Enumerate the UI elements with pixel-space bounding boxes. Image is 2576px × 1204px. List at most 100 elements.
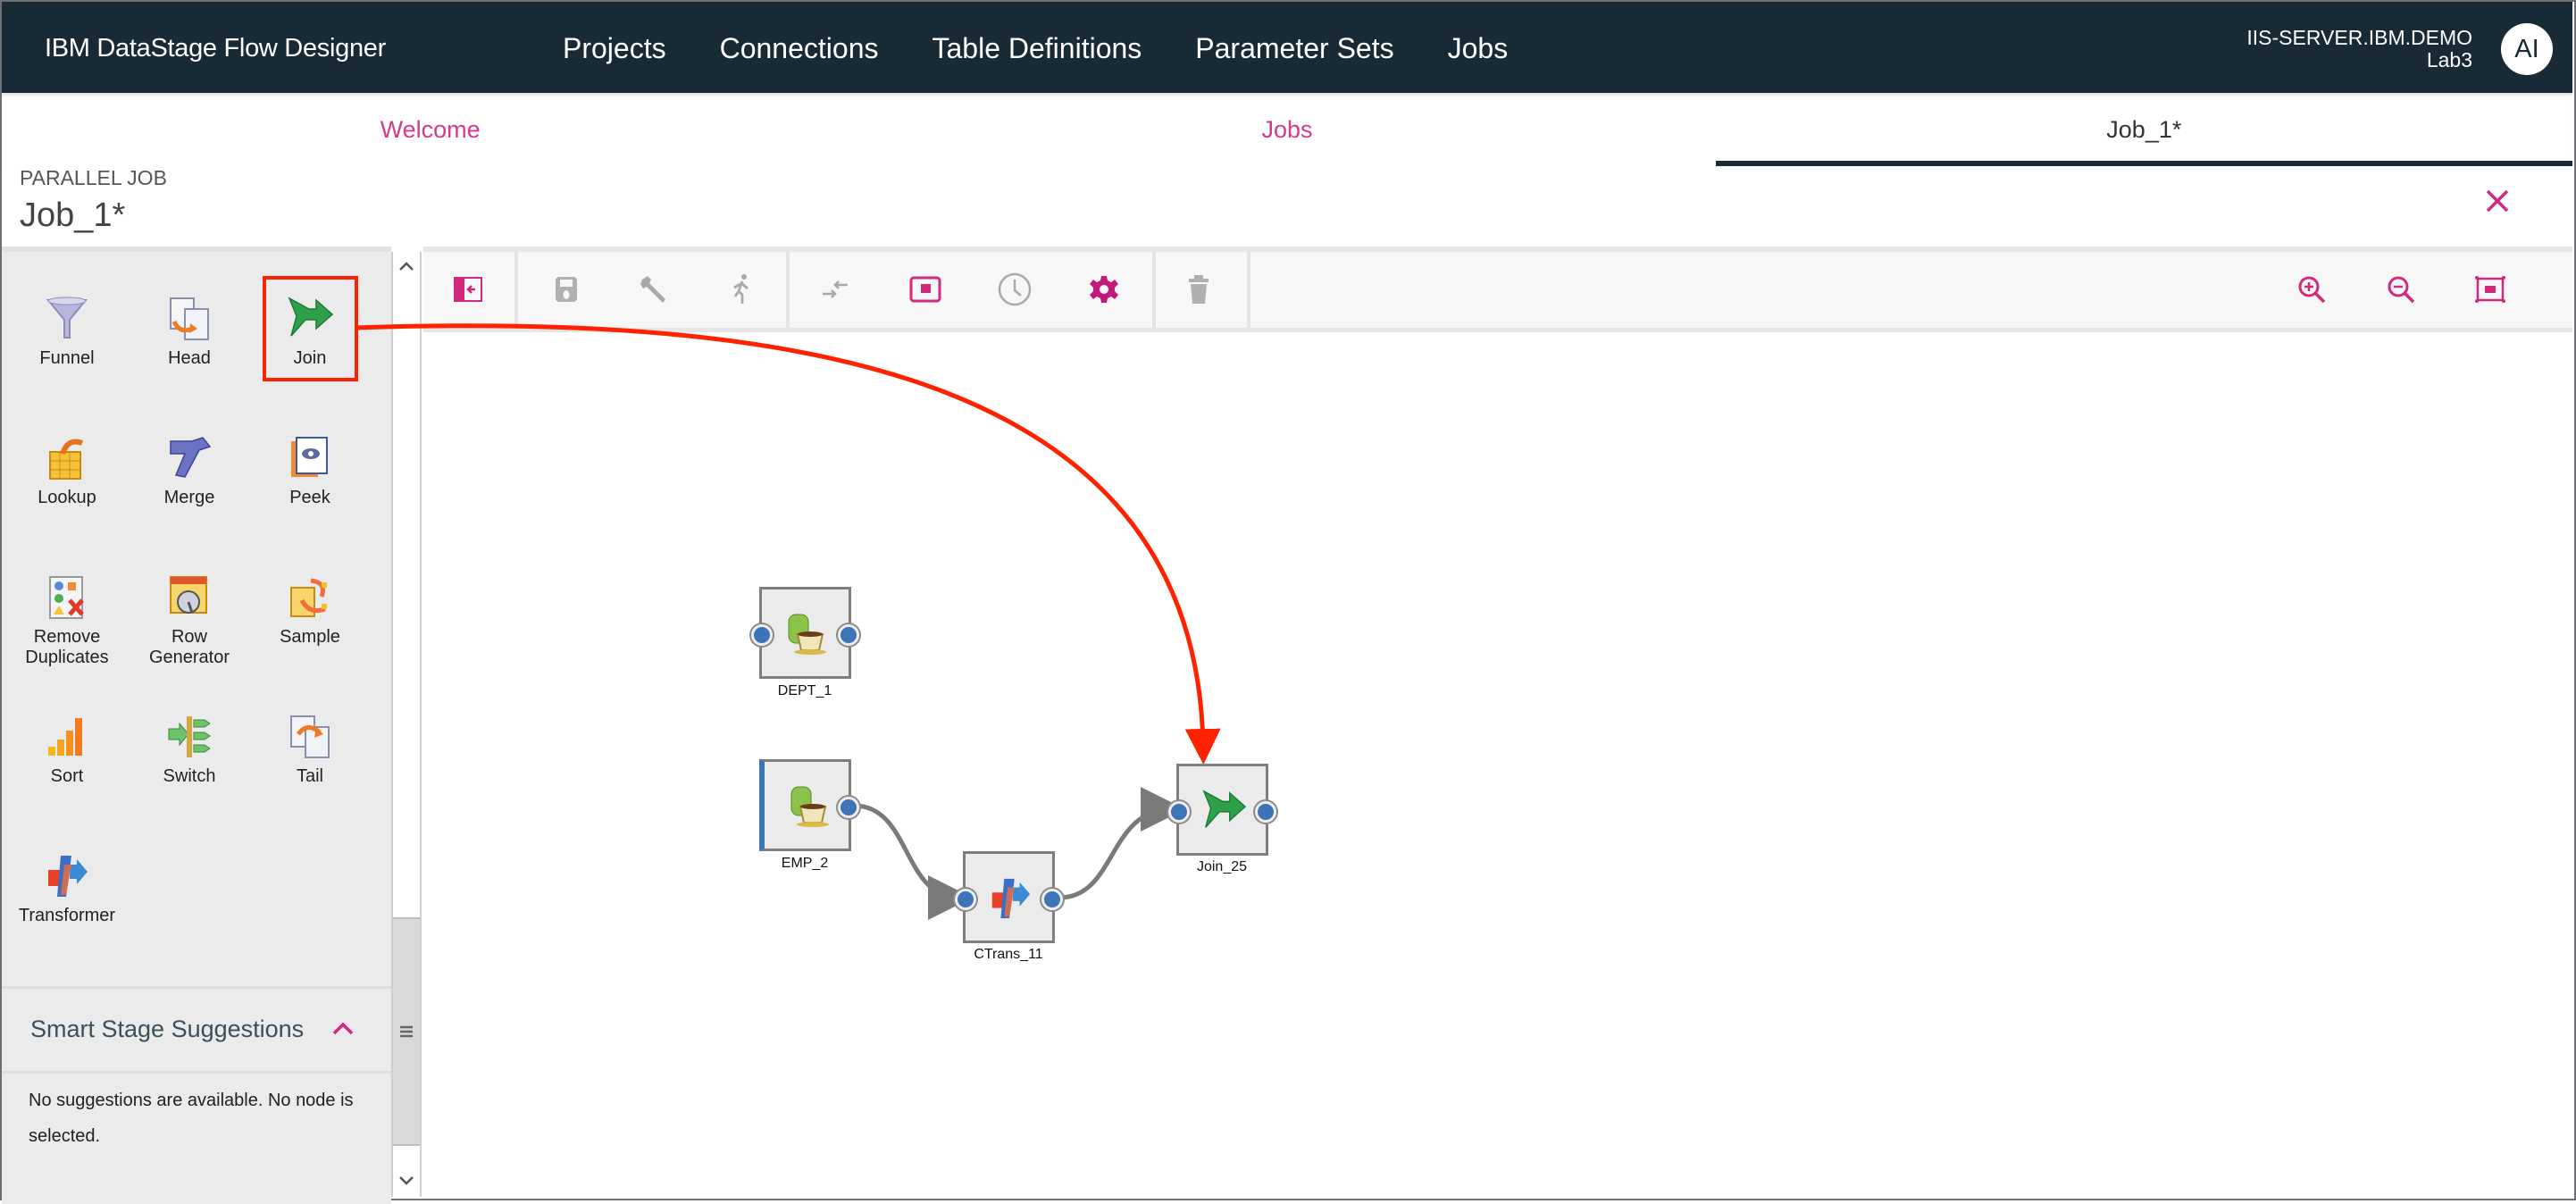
head-icon	[170, 297, 209, 340]
output-port[interactable]	[1041, 889, 1063, 910]
app-title: IBM DataStage Flow Designer	[45, 34, 386, 63]
settings-icon	[1090, 276, 1118, 303]
job-header: PARALLEL JOB Job_1*	[2, 166, 2572, 245]
lookup-icon	[49, 439, 84, 480]
delete-icon	[1189, 275, 1209, 304]
compile-icon	[823, 280, 848, 298]
sequential-file-icon	[790, 786, 829, 827]
server-name: IIS-SERVER.IBM.DEMO	[2246, 26, 2472, 49]
output-port[interactable]	[838, 624, 859, 646]
transformer-icon	[991, 878, 1031, 919]
top-navigation-bar: IBM DataStage Flow Designer Projects Con…	[2, 2, 2572, 93]
main-nav: Projects Connections Table Definitions P…	[563, 32, 1508, 65]
properties-button[interactable]	[636, 272, 672, 307]
sort-icon	[48, 718, 82, 756]
input-port[interactable]	[1168, 801, 1190, 823]
tab-bar: Welcome Jobs Job_1*	[2, 93, 2573, 166]
palette-item-switch[interactable]: Switch	[140, 713, 238, 787]
chevron-up-icon[interactable]	[330, 1016, 355, 1041]
switch-icon	[168, 716, 211, 757]
compile-button[interactable]	[818, 272, 854, 307]
grip-icon	[400, 1025, 413, 1038]
tab-job-1[interactable]: Job_1*	[1715, 93, 2573, 166]
palette-item-peek[interactable]: Peek	[261, 434, 359, 508]
toggle-palette-icon	[454, 277, 482, 302]
output-port[interactable]	[1255, 801, 1276, 823]
palette-scrollbar[interactable]	[391, 252, 422, 1197]
toggle-palette-button[interactable]	[450, 272, 486, 307]
node-emp-2[interactable]	[759, 759, 859, 851]
palette-item-funnel[interactable]: Funnel	[18, 295, 116, 369]
merge-icon	[170, 437, 212, 478]
palette-item-merge[interactable]: Merge	[140, 434, 238, 508]
tab-welcome[interactable]: Welcome	[2, 93, 858, 166]
sample-icon	[290, 578, 327, 617]
node-label: CTrans_11	[974, 947, 1043, 962]
close-icon	[2486, 189, 2509, 213]
input-port[interactable]	[751, 624, 773, 646]
nav-table-definitions[interactable]: Table Definitions	[932, 32, 1142, 65]
zoom-out-icon	[2388, 276, 2415, 304]
chevron-up-icon	[399, 262, 414, 271]
run-icon	[733, 274, 749, 304]
funnel-icon	[46, 297, 88, 339]
schedule-icon	[998, 272, 1032, 306]
transformer-icon	[48, 856, 88, 897]
palette-item-transformer[interactable]: Transformer	[18, 852, 116, 926]
sequential-file-icon	[788, 614, 826, 655]
node-dept-1[interactable]	[751, 587, 859, 679]
fit-to-screen-icon	[2475, 276, 2505, 303]
palette-item-lookup[interactable]: Lookup	[18, 434, 116, 508]
palette-item-sample[interactable]: Sample	[261, 573, 359, 648]
preview-icon	[909, 276, 941, 303]
node-label: DEPT_1	[777, 683, 832, 698]
nav-parameter-sets[interactable]: Parameter Sets	[1195, 32, 1393, 65]
palette-item-sort[interactable]: Sort	[18, 713, 116, 787]
zoom-out-button[interactable]	[2383, 272, 2419, 307]
fit-to-screen-button[interactable]	[2472, 272, 2508, 307]
save-button[interactable]	[548, 272, 584, 307]
delete-button[interactable]	[1181, 272, 1217, 307]
settings-button[interactable]	[1086, 272, 1122, 307]
scroll-down-button[interactable]	[393, 1166, 420, 1195]
remove-duplicates-icon	[49, 576, 84, 619]
node-label: Join_25	[1196, 859, 1248, 874]
schedule-button[interactable]	[997, 272, 1033, 307]
join-icon	[1202, 790, 1247, 828]
highlight-box-join	[263, 276, 358, 381]
flow-canvas[interactable]	[423, 332, 2572, 1197]
close-job-button[interactable]	[2485, 184, 2510, 222]
tail-icon	[290, 715, 330, 758]
nav-jobs[interactable]: Jobs	[1448, 32, 1509, 65]
palette-item-remove-duplicates[interactable]: Remove Duplicates	[18, 573, 116, 668]
zoom-in-icon	[2298, 276, 2326, 304]
nav-connections[interactable]: Connections	[720, 32, 879, 65]
node-join-25[interactable]	[1168, 764, 1276, 856]
tab-jobs[interactable]: Jobs	[858, 93, 1715, 166]
project-name: Lab3	[2426, 48, 2472, 71]
input-port[interactable]	[955, 889, 976, 910]
job-type-label: PARALLEL JOB	[20, 166, 167, 189]
canvas-toolbar	[423, 247, 2572, 332]
row-generator-icon	[170, 576, 207, 614]
smart-stage-suggestions-header[interactable]: Smart Stage Suggestions	[2, 986, 391, 1074]
zoom-in-button[interactable]	[2294, 272, 2329, 307]
server-info: IIS-SERVER.IBM.DEMO Lab3	[2246, 27, 2472, 71]
scroll-up-button[interactable]	[393, 252, 420, 280]
palette-item-row-generator[interactable]: Row Generator	[140, 573, 238, 668]
node-ctrans-11[interactable]	[955, 851, 1063, 943]
output-port[interactable]	[838, 797, 859, 818]
job-title: Job_1*	[20, 196, 126, 234]
nav-projects[interactable]: Projects	[563, 32, 666, 65]
palette-item-tail[interactable]: Tail	[261, 713, 359, 787]
chevron-down-icon	[399, 1176, 414, 1185]
scroll-thumb[interactable]	[393, 917, 420, 1146]
preview-button[interactable]	[907, 272, 943, 307]
peek-icon	[291, 437, 328, 477]
node-label: EMP_2	[781, 856, 829, 871]
user-avatar[interactable]: AI	[2501, 23, 2553, 75]
palette-item-head[interactable]: Head	[140, 295, 238, 369]
wrench-icon	[640, 276, 665, 303]
run-button[interactable]	[723, 272, 759, 307]
smart-suggestions-message: No suggestions are available. No node is…	[29, 1091, 354, 1146]
